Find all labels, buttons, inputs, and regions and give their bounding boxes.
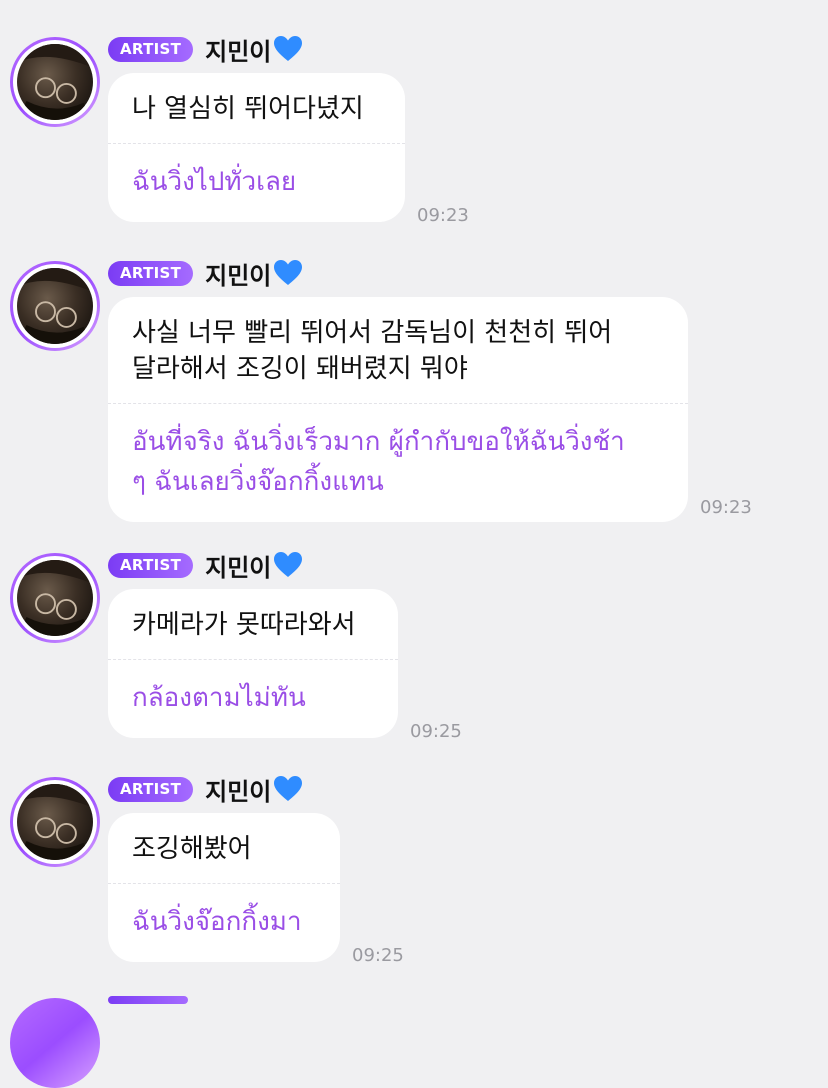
- message-bubble[interactable]: 카메라가 못따라와서 กล้องตามไม่ทัน: [108, 589, 398, 738]
- message-header: ARTIST 지민이: [108, 256, 303, 291]
- message-bubble[interactable]: 조깅해봤어 ฉันวิ่งจ๊อกกิ้งมา: [108, 813, 340, 962]
- blue-heart-icon: [274, 552, 303, 577]
- chat-log[interactable]: ARTIST 지민이 나 열심히 뛰어다녔지 ฉันวิ่งไปทั่วเลย …: [0, 0, 828, 1088]
- avatar[interactable]: [10, 37, 100, 127]
- sender-name: 지민이: [205, 548, 303, 583]
- artist-badge: ARTIST: [108, 776, 194, 802]
- message-text-original: 조깅해봤어: [132, 834, 252, 864]
- blue-heart-icon: [274, 776, 303, 801]
- message-time: 09:23: [417, 205, 469, 226]
- avatar[interactable]: [10, 553, 100, 643]
- message-header: [108, 996, 188, 1004]
- artist-badge: ARTIST: [108, 36, 194, 62]
- message-text-translation: ฉันวิ่งไปทั่วเลย: [132, 167, 297, 197]
- sender-name-text: 지민이: [205, 37, 272, 66]
- avatar[interactable]: [10, 777, 100, 867]
- artist-badge: ARTIST: [108, 260, 194, 286]
- message-text-translation: ฉันวิ่งจ๊อกกิ้งมา: [132, 907, 302, 937]
- artist-badge: ARTIST: [108, 552, 194, 578]
- message-text-original: 카메라가 못따라와서: [132, 610, 356, 640]
- message-bubble[interactable]: 나 열심히 뛰어다녔지 ฉันวิ่งไปทั่วเลย: [108, 73, 405, 222]
- message-text-translation: อันที่จริง ฉันวิ่งเร็วมาก ผู้กำกับขอให้ฉ…: [132, 427, 625, 497]
- message-header: ARTIST 지민이: [108, 772, 303, 807]
- message-header: ARTIST 지민이: [108, 32, 303, 67]
- message-text-translation: กล้องตามไม่ทัน: [132, 683, 306, 713]
- avatar[interactable]: [10, 998, 100, 1088]
- message-time: 09:23: [700, 497, 752, 518]
- sender-name: 지민이: [205, 256, 303, 291]
- blue-heart-icon: [274, 36, 303, 61]
- avatar[interactable]: [10, 261, 100, 351]
- sender-name-text: 지민이: [205, 261, 272, 290]
- message-text-original: 사실 너무 빨리 뛰어서 감독님이 천천히 뛰어 달라해서 조깅이 돼버렸지 뭐…: [132, 318, 613, 384]
- sender-name-text: 지민이: [205, 777, 272, 806]
- message-time: 09:25: [352, 945, 404, 966]
- blue-heart-icon: [274, 260, 303, 285]
- sender-name: 지민이: [205, 772, 303, 807]
- message-bubble[interactable]: 사실 너무 빨리 뛰어서 감독님이 천천히 뛰어 달라해서 조깅이 돼버렸지 뭐…: [108, 297, 688, 522]
- sender-name: 지민이: [205, 32, 303, 67]
- message-header: ARTIST 지민이: [108, 548, 303, 583]
- message-time: 09:25: [410, 721, 462, 742]
- message-text-original: 나 열심히 뛰어다녔지: [132, 94, 364, 124]
- sender-name-text: 지민이: [205, 553, 272, 582]
- artist-badge: [108, 996, 188, 1004]
